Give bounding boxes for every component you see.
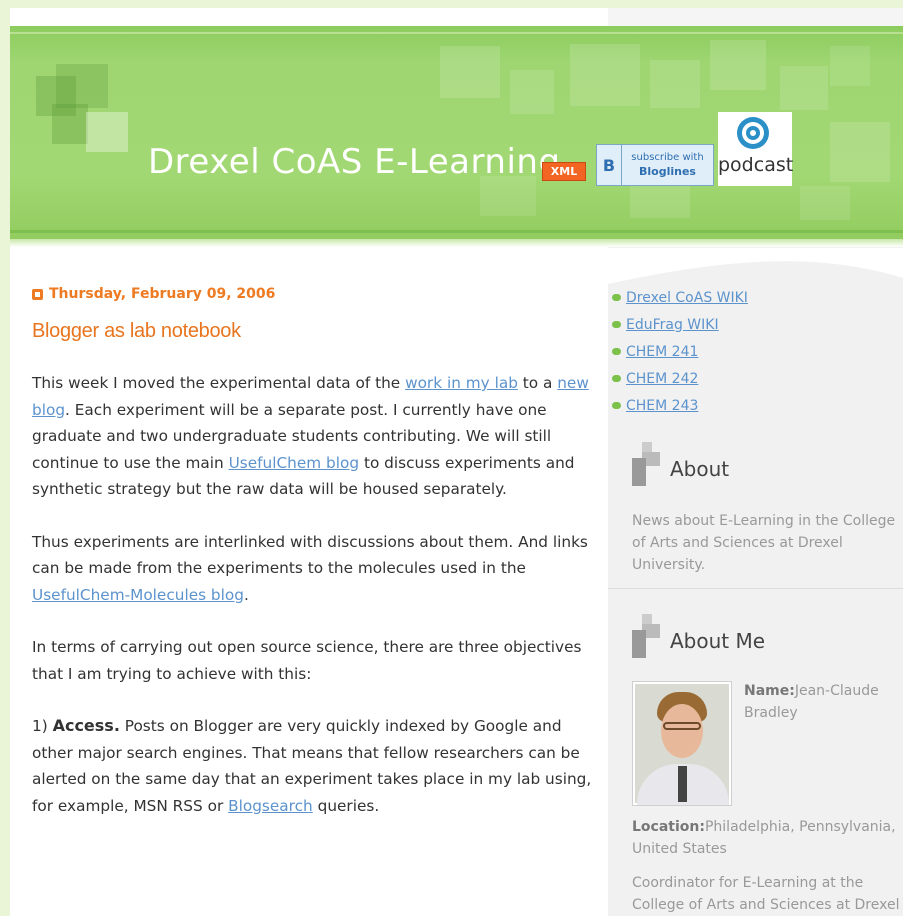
header-decor-square	[800, 186, 850, 220]
photo-face	[661, 704, 703, 758]
xml-feed-badge[interactable]: XML	[542, 162, 586, 181]
post-text: 1)	[32, 717, 53, 735]
bloglines-subscribe-button[interactable]: B subscribe with Bloglines	[596, 144, 714, 186]
sidebar: Drexel CoAS WIKI EduFrag WIKI CHEM 241 CHEM…	[608, 248, 903, 916]
blog-title[interactable]: Drexel CoAS E-Learning	[148, 142, 561, 182]
header-decor-square	[510, 70, 554, 114]
header-decor-square	[710, 40, 766, 90]
bloglines-text: subscribe with Bloglines	[622, 151, 713, 180]
header-top-line	[10, 32, 903, 34]
usefulchem-molecules-blog-link[interactable]: UsefulChem-Molecules blog	[32, 586, 244, 604]
post-date-header: Thursday, February 09, 2006	[32, 286, 275, 302]
sidebar-link-item: Drexel CoAS WIKI	[612, 284, 748, 311]
profile-name: Name:Jean-Claude Bradley	[744, 680, 894, 724]
section-squares-icon	[632, 614, 660, 660]
top-strip	[10, 8, 608, 26]
profile-location: Location:Philadelphia, Pennsylvania, Uni…	[632, 816, 902, 860]
header-decor-square	[830, 46, 870, 86]
post-text: to a	[517, 374, 558, 392]
top-strip-right	[608, 8, 903, 26]
podcast-label: podcast	[718, 154, 794, 176]
photo-tie	[678, 766, 687, 802]
post-text: This week I moved the experimental data …	[32, 374, 406, 392]
post-paragraph: This week I moved the experimental data …	[32, 370, 592, 503]
about-heading: About	[632, 442, 729, 488]
post-text: queries.	[312, 796, 380, 815]
post-paragraph: 1) Access. Posts on Blogger are very qui…	[32, 713, 592, 819]
sidebar-divider	[608, 588, 903, 589]
post-paragraph: In terms of carrying out open source sci…	[32, 638, 582, 683]
header-decor-square	[440, 46, 500, 98]
sidebar-link[interactable]: EduFrag WIKI	[626, 317, 719, 333]
post-text: .	[243, 585, 249, 604]
post-body: This week I moved the experimental data …	[32, 370, 592, 845]
profile-name-label: Name:	[744, 683, 795, 699]
header-decor-square	[650, 60, 700, 108]
bloglines-logo-icon: B	[597, 145, 622, 185]
header-decor-square	[56, 64, 108, 108]
header-decor-square	[480, 176, 536, 216]
sidebar-links: Drexel CoAS WIKI EduFrag WIKI CHEM 241 CHEM…	[612, 284, 748, 419]
header-decor-square	[52, 104, 88, 144]
sidebar-link-item: CHEM 242	[612, 365, 748, 392]
profile-location-label: Location:	[632, 819, 705, 835]
post-paragraph: Thus experiments are interlinked with di…	[32, 529, 592, 609]
bullet-icon	[612, 294, 621, 301]
sidebar-link[interactable]: CHEM 242	[626, 371, 698, 387]
sidebar-link[interactable]: CHEM 241	[626, 344, 698, 360]
work-in-my-lab-link[interactable]: work in my lab	[405, 374, 518, 392]
bullet-icon	[612, 402, 621, 409]
blogsearch-link[interactable]: Blogsearch	[228, 797, 313, 815]
header-decor-square	[570, 44, 640, 106]
sidebar-link[interactable]: CHEM 243	[626, 398, 698, 414]
access-heading: Access.	[52, 716, 120, 735]
header-shadow	[10, 239, 903, 247]
bloglines-line1: subscribe with	[631, 151, 704, 163]
about-me-heading: About Me	[632, 614, 765, 660]
header-decor-square	[830, 122, 890, 182]
section-squares-icon	[632, 442, 660, 488]
post-date: Thursday, February 09, 2006	[49, 286, 276, 302]
sidebar-link-item: EduFrag WIKI	[612, 311, 748, 338]
profile-description: Coordinator for E-Learning at the Colleg…	[632, 875, 900, 913]
bullet-icon	[612, 321, 621, 328]
sidebar-link-item: CHEM 241	[612, 338, 748, 365]
post-text: Thus experiments are interlinked with di…	[32, 532, 588, 578]
bloglines-line2: Bloglines	[639, 164, 696, 178]
header-decor-square	[86, 112, 128, 152]
blog-page: Drexel CoAS E-Learning XML B subscribe w…	[10, 8, 903, 916]
date-bullet-icon	[32, 288, 43, 300]
about-heading-label: About	[670, 457, 730, 481]
blog-header: Drexel CoAS E-Learning XML B subscribe w…	[10, 26, 903, 239]
photo-glasses	[663, 722, 701, 730]
sidebar-link-item: CHEM 243	[612, 392, 748, 419]
sidebar-link[interactable]: Drexel CoAS WIKI	[626, 290, 748, 306]
header-decor-square	[780, 66, 828, 110]
podcast-icon-dot	[750, 130, 756, 136]
header-bottom-line	[10, 230, 903, 233]
post-title[interactable]: Blogger as lab notebook	[32, 320, 241, 343]
header-decor-square	[630, 182, 690, 218]
usefulchem-blog-link[interactable]: UsefulChem blog	[229, 454, 360, 472]
about-text: News about E-Learning in the College of …	[632, 513, 896, 573]
about-me-heading-label: About Me	[670, 629, 766, 653]
profile-photo[interactable]	[632, 681, 732, 806]
bullet-icon	[612, 375, 621, 382]
podcast-button[interactable]: podcast	[718, 112, 794, 186]
bullet-icon	[612, 348, 621, 355]
